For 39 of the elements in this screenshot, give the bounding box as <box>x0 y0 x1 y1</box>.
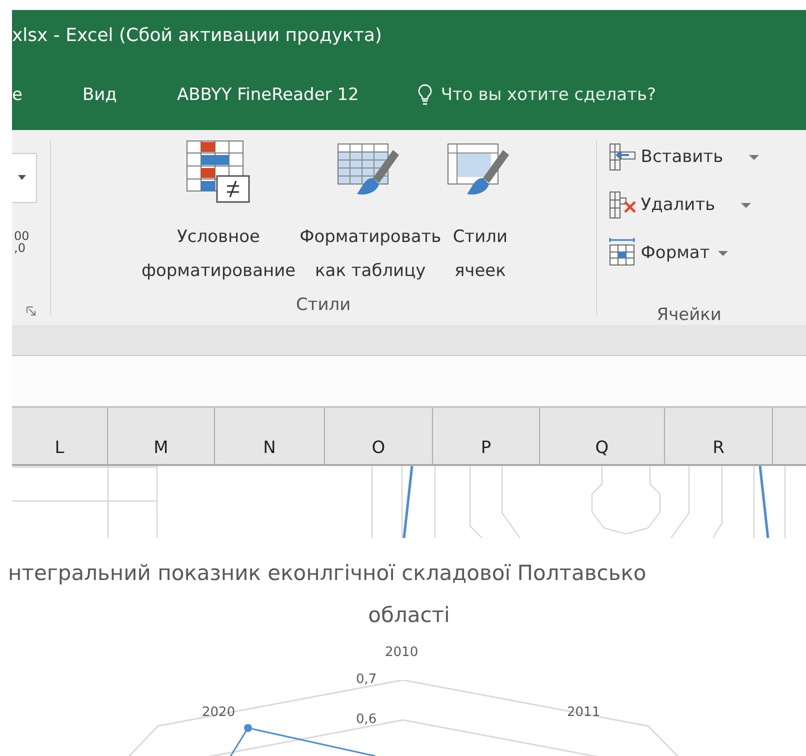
delete-cells-icon <box>606 190 637 220</box>
chart-title: нтегральний показник еконлгічної складової Полтавсько <box>8 560 646 587</box>
caret-icon <box>741 202 752 208</box>
ribbon-button[interactable]: Формат <box>606 238 760 268</box>
insert-cells-icon <box>606 142 637 172</box>
tell-me-field[interactable]: Что вы хотите сделать? <box>440 85 656 105</box>
column-header[interactable]: M <box>108 408 215 464</box>
group-label: Стили <box>296 295 351 315</box>
ribbon-button[interactable]: Вставить <box>606 142 760 172</box>
ribbon-button[interactable]: Стили ячеек <box>443 130 518 295</box>
number-format-label: 00 <box>14 230 30 242</box>
dropdown-field[interactable] <box>12 153 37 203</box>
column-header[interactable]: O <box>325 408 433 464</box>
number-format-label: ,0 <box>14 242 26 254</box>
column-header[interactable]: R <box>665 408 773 464</box>
ribbon-tab[interactable]: Вид <box>52 75 147 115</box>
dialog-launcher-icon[interactable] <box>26 306 36 316</box>
group-label: Ячейки <box>656 305 722 325</box>
ribbon-button[interactable]: Условное форматирование <box>139 130 298 295</box>
window-title: xlsx - Excel (Сбой активации продукта) <box>12 24 382 46</box>
axis-label: 2011 <box>567 705 600 720</box>
tick-label: 0,7 <box>356 672 377 687</box>
chart-title: області <box>368 602 450 629</box>
column-header[interactable]: L <box>12 408 108 464</box>
axis-label: 2020 <box>202 705 236 720</box>
format-cells-icon <box>606 238 637 268</box>
caret-icon <box>18 175 26 180</box>
ribbon-button[interactable]: Удалить <box>606 190 760 220</box>
column-header[interactable]: Q <box>540 408 665 464</box>
tick-label: 0,6 <box>356 712 377 727</box>
caret-icon <box>749 154 760 160</box>
column-header[interactable]: N <box>215 408 325 464</box>
ribbon-button[interactable]: Форматировать как таблицу <box>298 130 444 295</box>
column-header[interactable]: P <box>433 408 540 464</box>
ribbon-tab[interactable]: e <box>12 75 52 115</box>
ribbon-tab[interactable]: ABBYY FineReader 12 <box>146 75 389 115</box>
caret-icon <box>718 250 728 256</box>
axis-label: 2010 <box>385 645 418 660</box>
lightbulb-icon <box>416 84 433 106</box>
